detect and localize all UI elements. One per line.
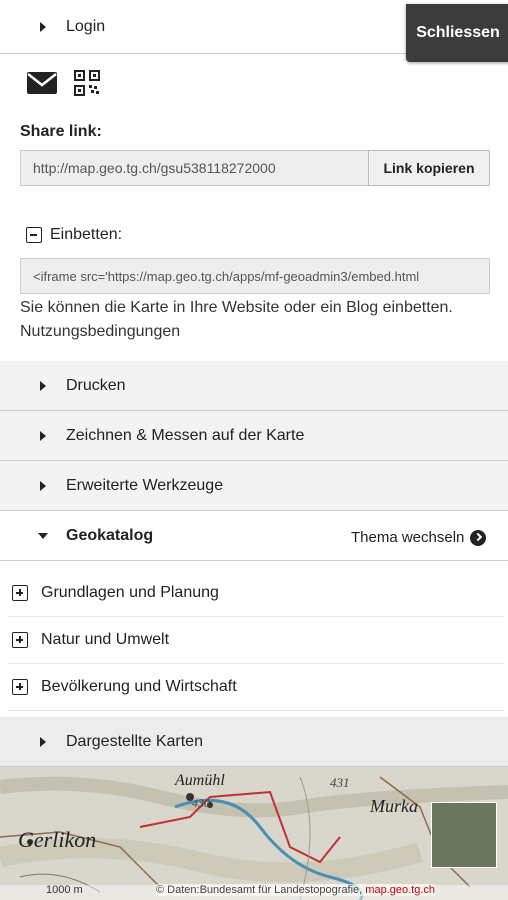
caret-right-icon: [40, 380, 46, 391]
embed-label: Einbetten:: [50, 226, 123, 243]
plus-icon: [12, 632, 28, 648]
drucken-section-header[interactable]: Drucken: [0, 361, 508, 411]
map-label-431: 431: [330, 775, 350, 790]
map-copyright: © Daten:Bundesamt für Landestopografie, …: [156, 884, 436, 896]
catalog-item-label: Natur und Umwelt: [41, 631, 170, 648]
copyright-link[interactable]: map.geo.tg.ch: [365, 884, 435, 896]
werkzeuge-label: Erweiterte Werkzeuge: [66, 476, 224, 494]
embed-description-text: Sie können die Karte in Ihre Website ode…: [20, 299, 453, 316]
caret-right-icon: [40, 21, 46, 32]
zeichnen-label: Zeichnen & Messen auf der Karte: [66, 426, 305, 444]
werkzeuge-section-header[interactable]: Erweiterte Werkzeuge: [0, 461, 508, 511]
map-overview-thumbnail[interactable]: [431, 802, 497, 868]
thema-wechseln-label: Thema wechseln: [351, 529, 465, 546]
embed-code-field[interactable]: <iframe src='https://map.geo.tg.ch/apps/…: [20, 258, 490, 294]
geokatalog-label: Geokatalog: [66, 526, 154, 544]
caret-down-icon: [38, 532, 48, 539]
catalog-item[interactable]: Bevölkerung und Wirtschaft: [8, 664, 504, 711]
zeichnen-section-header[interactable]: Zeichnen & Messen auf der Karte: [0, 411, 508, 461]
share-icons: [26, 70, 100, 101]
map-scale: 1000 m: [46, 884, 83, 896]
thema-wechseln-link[interactable]: Thema wechseln: [351, 529, 487, 546]
plus-icon: [12, 679, 28, 695]
catalog-item-label: Grundlagen und Planung: [41, 584, 219, 601]
dargestellte-label: Dargestellte Karten: [66, 732, 203, 750]
plus-icon: [12, 585, 28, 601]
share-link-label: Share link:: [20, 123, 102, 140]
envelope-icon[interactable]: [26, 71, 58, 100]
minus-icon: [26, 227, 42, 243]
caret-right-icon: [40, 480, 46, 491]
dargestellte-section-header[interactable]: Dargestellte Karten: [0, 717, 508, 767]
share-link-field[interactable]: http://map.geo.tg.ch/gsu538118272000: [20, 150, 369, 186]
circle-arrow-icon: [470, 529, 487, 546]
caret-right-icon: [40, 430, 46, 441]
map-label-430: 430: [192, 796, 210, 810]
catalog-item[interactable]: Natur und Umwelt: [8, 617, 504, 664]
caret-right-icon: [40, 736, 46, 747]
copyright-text: © Daten:Bundesamt für Landestopografie,: [156, 884, 363, 896]
map-label-aumuhl: Aumühl: [174, 772, 225, 789]
qr-code-icon[interactable]: [74, 70, 100, 101]
map-label-murka: Murka: [369, 796, 418, 816]
copy-link-button[interactable]: Link kopieren: [368, 150, 490, 186]
drucken-label: Drucken: [66, 376, 126, 394]
close-button[interactable]: Schliessen: [406, 4, 508, 62]
catalog-item-label: Bevölkerung und Wirtschaft: [41, 678, 237, 695]
embed-toggle[interactable]: Einbetten:: [26, 226, 122, 244]
catalog-item[interactable]: Grundlagen und Planung: [8, 570, 504, 617]
map-label-gerlikon: Gerlikon: [18, 827, 96, 852]
login-label: Login: [66, 17, 106, 35]
terms-link[interactable]: Nutzungsbedingungen: [20, 320, 453, 344]
embed-description: Sie können die Karte in Ihre Website ode…: [20, 296, 453, 344]
